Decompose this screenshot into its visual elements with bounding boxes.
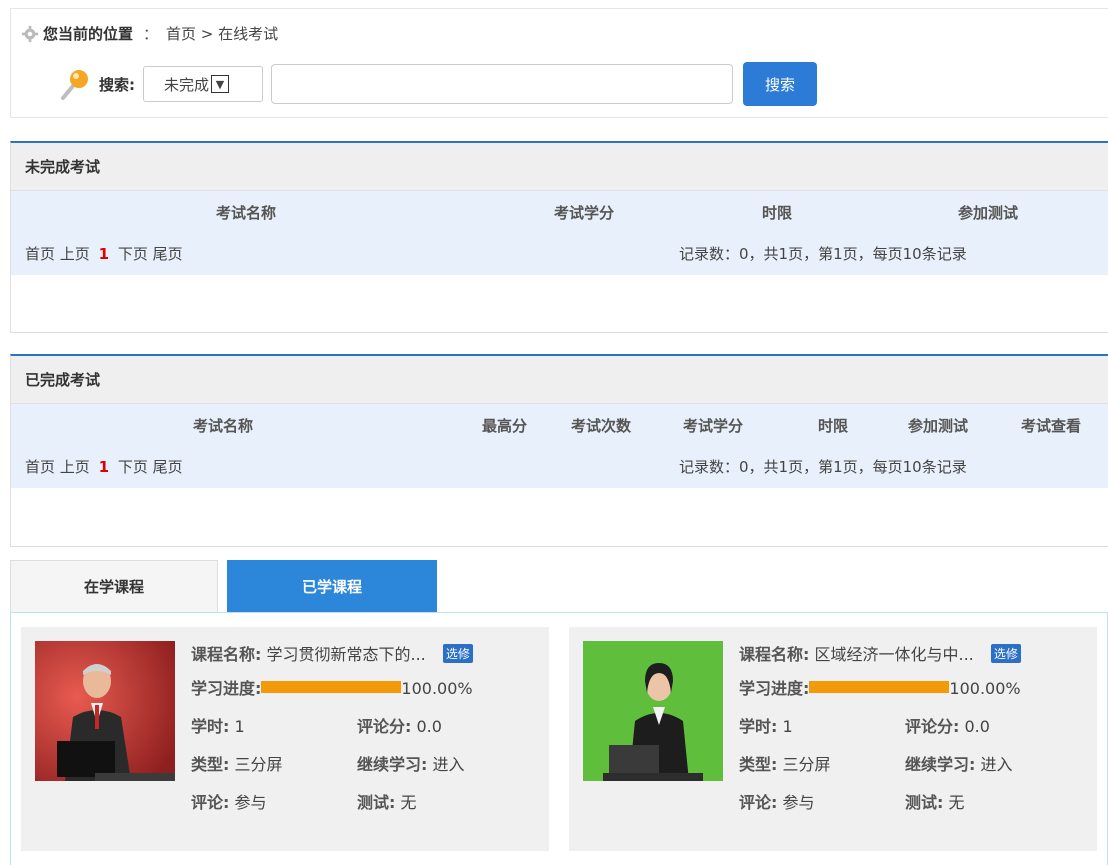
finished-exams-title: 已完成考试 — [11, 356, 1108, 404]
pager-first[interactable]: 首页 — [25, 458, 55, 476]
continue-link[interactable]: 进入 — [981, 755, 1013, 774]
col-take-test: 参加测试 — [958, 204, 1019, 222]
unfinished-exams-panel: 未完成考试 考试名称 考试学分 时限 参加测试 首页 上页 1 下页 尾页 记录… — [10, 141, 1108, 333]
comment-label: 评论: — [739, 793, 778, 812]
type-value: 三分屏 — [782, 755, 831, 774]
col-exam-name: 考试名称 — [193, 417, 254, 435]
type-label: 类型: — [739, 755, 778, 774]
col-time-limit: 时限 — [762, 204, 793, 222]
test-value: 无 — [400, 793, 417, 812]
type-label: 类型: — [191, 755, 230, 774]
pager-next[interactable]: 下页 — [118, 458, 148, 476]
score-value: 0.0 — [964, 717, 990, 736]
records-info: 记录数：0，共1页，第1页，每页10条记录 — [679, 458, 967, 476]
score-label: 评论分: — [357, 717, 412, 736]
course-thumbnail[interactable] — [35, 641, 175, 781]
breadcrumb: 您当前的位置 ： 首页 > 在线考试 — [21, 23, 278, 44]
score-value: 0.0 — [416, 717, 442, 736]
hours-value: 1 — [234, 717, 245, 736]
col-exam-credit: 考试学分 — [683, 417, 744, 435]
col-view-exam: 考试查看 — [1021, 417, 1082, 435]
finished-table-header: 考试名称 最高分 考试次数 考试学分 时限 参加测试 考试查看 — [11, 404, 1108, 446]
type-value: 三分屏 — [234, 755, 283, 774]
col-attempts: 考试次数 — [571, 417, 632, 435]
unfinished-pager: 首页 上页 1 下页 尾页 记录数：0，共1页，第1页，每页10条记录 — [11, 233, 1108, 275]
finished-pager: 首页 上页 1 下页 尾页 记录数：0，共1页，第1页，每页10条记录 — [11, 446, 1108, 488]
progress-bar — [261, 681, 402, 693]
location-search-box: 您当前的位置 ： 首页 > 在线考试 搜索: 未完成 ▼ 搜索 — [10, 8, 1108, 118]
gear-icon — [21, 25, 39, 42]
comment-link[interactable]: 参与 — [783, 793, 815, 812]
location-separator: ： — [143, 25, 159, 43]
pager-first[interactable]: 首页 — [25, 245, 55, 263]
chevron-down-icon[interactable]: ▼ — [211, 75, 230, 93]
course-list: 课程名称: 学习贯彻新常态下的... 选修 学习进度: 100.00% 学时: 1… — [10, 612, 1108, 865]
magnifier-icon — [61, 70, 88, 100]
test-label: 测试: — [357, 793, 396, 812]
progress-label: 学习进度: — [191, 679, 262, 698]
continue-label: 继续学习: — [357, 755, 428, 774]
course-card: 课程名称: 学习贯彻新常态下的... 选修 学习进度: 100.00% 学时: 1… — [21, 627, 549, 851]
continue-link[interactable]: 进入 — [433, 755, 465, 774]
course-name[interactable]: 学习贯彻新常态下的... — [267, 645, 426, 664]
hours-label: 学时: — [191, 717, 230, 736]
comment-link[interactable]: 参与 — [235, 793, 267, 812]
course-tabs: 在学课程 已学课程 — [10, 560, 1108, 620]
elective-badge: 选修 — [442, 644, 473, 663]
progress-label: 学习进度: — [739, 679, 810, 698]
location-label: 您当前的位置 — [43, 25, 134, 43]
pager-next[interactable]: 下页 — [118, 245, 148, 263]
records-info: 记录数：0，共1页，第1页，每页10条记录 — [679, 245, 967, 263]
elective-badge: 选修 — [990, 644, 1021, 663]
pager-links: 首页 上页 1 下页 尾页 — [25, 243, 183, 264]
course-name-label: 课程名称: — [191, 645, 262, 664]
unfinished-exams-title: 未完成考试 — [11, 143, 1108, 191]
progress-bar — [809, 681, 950, 693]
search-input[interactable] — [271, 64, 733, 104]
status-select[interactable]: 未完成 ▼ — [143, 66, 263, 102]
finished-exams-panel: 已完成考试 考试名称 最高分 考试次数 考试学分 时限 参加测试 考试查看 首页… — [10, 354, 1108, 547]
unfinished-table-header: 考试名称 考试学分 时限 参加测试 — [11, 191, 1108, 233]
pager-prev[interactable]: 上页 — [60, 245, 90, 263]
course-name[interactable]: 区域经济一体化与中... — [815, 645, 974, 664]
pager-current: 1 — [98, 245, 110, 263]
pager-current: 1 — [98, 458, 110, 476]
pager-prev[interactable]: 上页 — [60, 458, 90, 476]
location-path: 首页 > 在线考试 — [166, 25, 279, 43]
progress-percent: 100.00% — [401, 679, 473, 698]
tab-studying-courses[interactable]: 在学课程 — [10, 560, 218, 612]
search-button[interactable]: 搜索 — [743, 62, 817, 106]
col-take-test: 参加测试 — [908, 417, 969, 435]
test-label: 测试: — [905, 793, 944, 812]
hours-value: 1 — [782, 717, 793, 736]
status-select-value: 未完成 — [164, 75, 210, 94]
col-exam-credit: 考试学分 — [554, 204, 615, 222]
col-high-score: 最高分 — [482, 417, 528, 435]
course-thumbnail[interactable] — [583, 641, 723, 781]
comment-label: 评论: — [191, 793, 230, 812]
col-time-limit: 时限 — [818, 417, 849, 435]
pager-last[interactable]: 尾页 — [153, 458, 183, 476]
score-label: 评论分: — [905, 717, 960, 736]
pager-last[interactable]: 尾页 — [153, 245, 183, 263]
tab-completed-courses[interactable]: 已学课程 — [227, 560, 437, 620]
test-value: 无 — [948, 793, 965, 812]
hours-label: 学时: — [739, 717, 778, 736]
continue-label: 继续学习: — [905, 755, 976, 774]
course-card: 课程名称: 区域经济一体化与中... 选修 学习进度: 100.00% 学时: 1… — [569, 627, 1097, 851]
col-exam-name: 考试名称 — [216, 204, 277, 222]
course-name-label: 课程名称: — [739, 645, 810, 664]
search-row: 搜索: 未完成 ▼ 搜索 — [57, 62, 817, 106]
pager-links: 首页 上页 1 下页 尾页 — [25, 456, 183, 477]
progress-percent: 100.00% — [949, 679, 1021, 698]
search-label: 搜索: — [99, 75, 135, 94]
